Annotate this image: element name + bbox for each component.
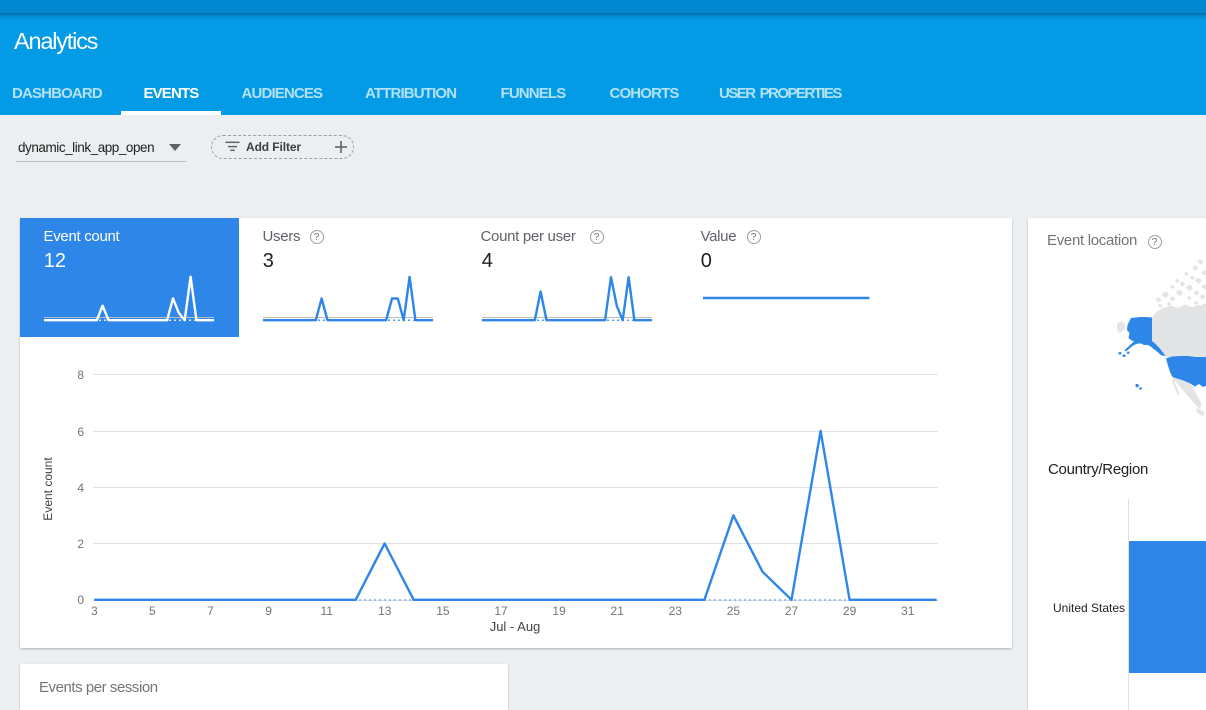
svg-text:Jul - Aug: Jul - Aug [490,619,541,634]
svg-text:27: 27 [785,604,799,618]
svg-text:5: 5 [149,604,156,618]
svg-text:4: 4 [77,481,84,495]
svg-text:15: 15 [436,604,450,618]
svg-text:19: 19 [552,604,566,618]
svg-text:9: 9 [265,604,272,618]
svg-text:8: 8 [77,368,84,382]
svg-text:13: 13 [378,604,392,618]
svg-text:7: 7 [207,604,214,618]
svg-text:31: 31 [901,604,915,618]
svg-text:11: 11 [320,604,333,618]
svg-text:3: 3 [91,604,98,618]
svg-text:6: 6 [77,425,84,439]
svg-text:0: 0 [77,593,84,607]
svg-text:23: 23 [669,604,683,618]
svg-text:29: 29 [843,604,857,618]
svg-text:21: 21 [611,604,625,618]
svg-text:25: 25 [727,604,741,618]
svg-text:17: 17 [494,604,508,618]
svg-text:Event count: Event count [41,457,55,521]
svg-text:2: 2 [77,537,84,551]
